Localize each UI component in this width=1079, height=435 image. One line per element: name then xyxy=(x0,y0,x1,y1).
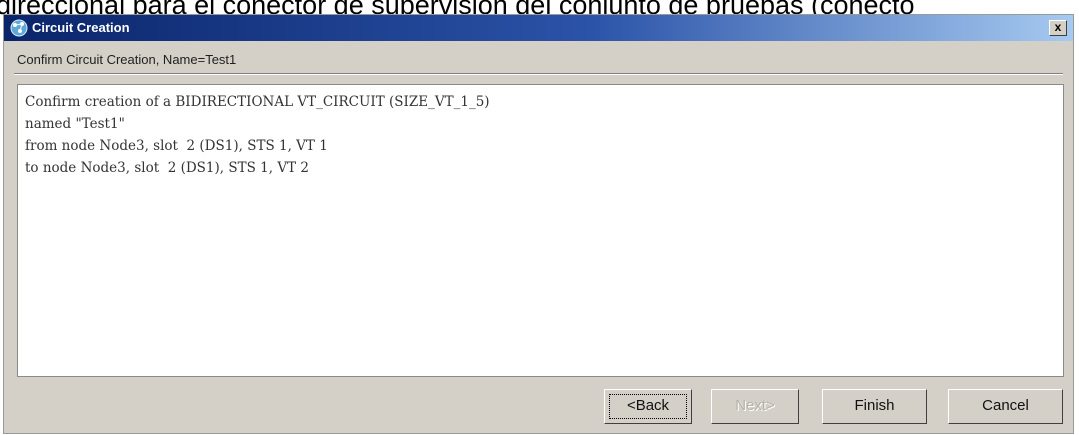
finish-button[interactable]: Finish xyxy=(822,389,927,424)
next-button[interactable]: Next> xyxy=(711,389,799,424)
title-bar[interactable]: Circuit Creation x xyxy=(4,15,1073,41)
message-line: Confirm creation of a BIDIRECTIONAL VT_C… xyxy=(25,94,490,110)
message-line: from node Node3, slot 2 (DS1), STS 1, VT… xyxy=(25,138,328,154)
message-line: named "Test1" xyxy=(25,116,125,132)
circuit-creation-dialog: Circuit Creation x Confirm Circuit Creat… xyxy=(3,14,1074,434)
back-button[interactable]: <Back xyxy=(604,389,692,424)
close-button[interactable]: x xyxy=(1049,20,1067,36)
circuit-icon xyxy=(10,19,28,37)
message-line: to node Node3, slot 2 (DS1), STS 1, VT 2 xyxy=(25,160,309,176)
window-title: Circuit Creation xyxy=(32,20,130,35)
dialog-subtitle: Confirm Circuit Creation, Name=Test1 xyxy=(17,52,237,67)
cancel-button[interactable]: Cancel xyxy=(948,389,1063,424)
divider xyxy=(14,73,1063,75)
confirmation-message-area[interactable]: Confirm creation of a BIDIRECTIONAL VT_C… xyxy=(17,84,1064,377)
